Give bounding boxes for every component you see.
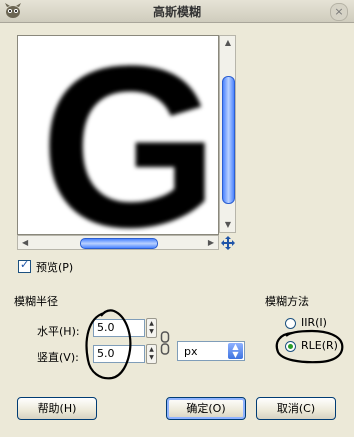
help-button[interactable]: 帮助(H) [17,397,97,420]
chevron-updown-icon[interactable]: ▲ ▼ [228,343,243,359]
preview-letter: G [40,36,218,234]
vertical-radius-stepper[interactable]: ▲ ▼ [146,344,157,364]
title-bar: 高斯模糊 × [0,0,354,23]
ok-button[interactable]: 确定(O) [166,397,246,420]
vertical-label: 竖直(V): [37,351,79,364]
checkmark-icon: ✓ [20,258,30,271]
horizontal-radius-stepper[interactable]: ▲ ▼ [146,318,157,338]
cancel-button[interactable]: 取消(C) [256,397,336,420]
horizontal-scroll-thumb[interactable] [80,238,158,249]
stepper-down-icon[interactable]: ▼ [147,328,156,336]
stepper-up-icon[interactable]: ▲ [147,346,156,354]
scroll-left-arrow-icon[interactable]: ◀ [22,238,28,248]
vertical-radius-input[interactable]: 5.0 [93,345,145,363]
vertical-scrollbar[interactable]: ▲ ▼ [219,35,236,233]
scroll-up-arrow-icon[interactable]: ▲ [223,38,233,48]
close-button[interactable]: × [330,3,348,21]
unit-select-value: px [184,345,198,358]
horizontal-radius-input[interactable]: 5.0 [93,319,145,337]
stepper-down-icon[interactable]: ▼ [147,354,156,362]
radio-rle-label: RLE(R) [301,339,338,352]
window-title: 高斯模糊 [152,5,201,19]
blur-radius-title: 模糊半径 [14,295,58,308]
radio-selected-dot [288,344,293,349]
blur-method-title: 模糊方法 [265,295,309,308]
radio-rle[interactable] [285,341,296,352]
preview-checkbox-label: 预览(P) [36,261,74,274]
horizontal-label: 水平(H): [37,325,80,338]
preview-checkbox[interactable]: ✓ [18,258,31,273]
preview-canvas[interactable]: G [17,35,219,235]
unit-select[interactable]: px ▲ ▼ [177,341,245,361]
blurred-letter-preview: G [40,36,218,234]
chain-link-icon[interactable] [160,330,170,356]
stepper-up-icon[interactable]: ▲ [147,320,156,328]
navigate-move-icon[interactable] [221,236,235,250]
vertical-scroll-thumb[interactable] [222,76,235,204]
radio-iir[interactable] [285,318,296,329]
radio-iir-label: IIR(I) [301,316,327,329]
scroll-right-arrow-icon[interactable]: ▶ [208,238,214,248]
horizontal-scrollbar[interactable]: ◀ ▶ [17,235,219,250]
scroll-down-arrow-icon[interactable]: ▼ [223,220,233,230]
